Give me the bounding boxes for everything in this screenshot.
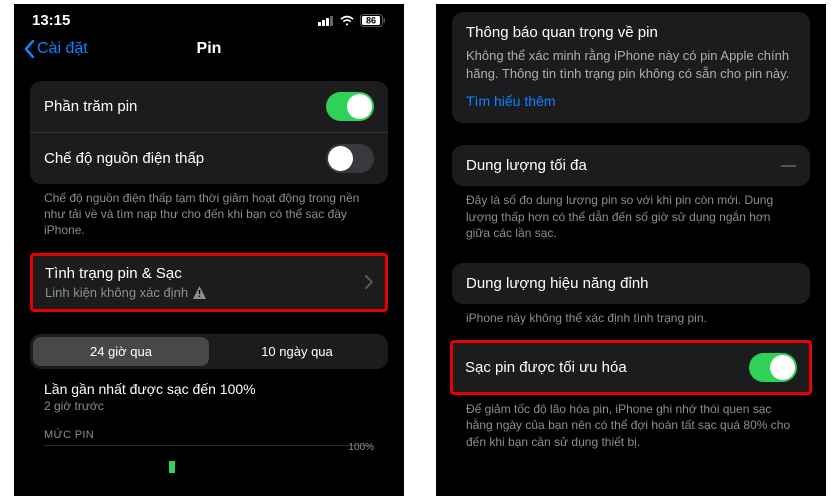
svg-text:86: 86 <box>366 16 376 26</box>
warning-icon <box>193 286 206 299</box>
peak-performance-cell[interactable]: Dung lượng hiệu năng đỉnh <box>452 263 810 304</box>
battery-health-sub: Linh kiện không xác định <box>45 285 188 300</box>
battery-health-row[interactable]: Tình trạng pin & Sạc Linh kiện không xác… <box>30 253 388 312</box>
battery-percentage-label: Phần trăm pin <box>44 98 137 115</box>
chevron-left-icon <box>24 40 35 58</box>
nav-bar: Cài đặt Pin <box>14 33 404 69</box>
battery-level-header: MỨC PIN <box>44 429 374 441</box>
time-range-segment: 24 giờ qua 10 ngày qua <box>30 334 388 369</box>
max-capacity-value: — <box>781 157 796 174</box>
wifi-icon <box>339 15 355 26</box>
low-power-label: Chế độ nguồn điện thấp <box>44 150 204 167</box>
chevron-right-icon <box>365 275 373 289</box>
status-time: 13:15 <box>32 12 70 29</box>
segment-10d[interactable]: 10 ngày qua <box>209 337 385 366</box>
peak-performance-footer: iPhone này không thể xác định tình trạng… <box>436 304 826 326</box>
battery-indicator: 86 <box>360 14 386 27</box>
learn-more-link[interactable]: Tìm hiểu thêm <box>466 93 555 109</box>
low-power-row[interactable]: Chế độ nguồn điện thấp <box>30 132 388 184</box>
peak-performance-label: Dung lượng hiệu năng đỉnh <box>466 275 649 292</box>
last-charge-title: Lần gần nhất được sạc đến 100% <box>44 381 374 397</box>
max-capacity-footer: Đây là số đo dung lượng pin so với khi p… <box>436 186 826 241</box>
optimized-charging-label: Sạc pin được tối ưu hóa <box>465 359 627 376</box>
optimized-charging-footer: Để giảm tốc độ lão hóa pin, iPhone ghi n… <box>436 395 826 450</box>
chart-100-label: 100% <box>348 442 374 453</box>
optimized-charging-row[interactable]: Sạc pin được tối ưu hóa <box>450 340 812 395</box>
low-power-toggle[interactable] <box>326 144 374 173</box>
battery-notice: Thông báo quan trọng về pin Không thể xá… <box>452 12 810 123</box>
notice-body: Không thể xác minh rằng iPhone này có pi… <box>466 47 796 83</box>
back-label: Cài đặt <box>37 40 88 58</box>
last-charge-sub: 2 giờ trước <box>44 399 374 413</box>
battery-options-section: Phần trăm pin Chế độ nguồn điện thấp <box>30 81 388 184</box>
low-power-footer: Chế độ nguồn điện thấp tạm thời giảm hoạ… <box>14 184 404 239</box>
notice-title: Thông báo quan trọng về pin <box>466 24 796 41</box>
max-capacity-label: Dung lượng tối đa <box>466 157 587 174</box>
optimized-charging-toggle[interactable] <box>749 353 797 382</box>
battery-chart: 100% <box>44 445 374 473</box>
back-button[interactable]: Cài đặt <box>24 40 88 58</box>
max-capacity-cell[interactable]: Dung lượng tối đa — <box>452 145 810 186</box>
status-bar: 13:15 86 <box>14 4 404 33</box>
battery-health-title: Tình trạng pin & Sạc <box>45 265 206 282</box>
battery-percentage-toggle[interactable] <box>326 92 374 121</box>
signal-icon <box>318 15 334 26</box>
segment-24h[interactable]: 24 giờ qua <box>33 337 209 366</box>
battery-percentage-row[interactable]: Phần trăm pin <box>30 81 388 132</box>
